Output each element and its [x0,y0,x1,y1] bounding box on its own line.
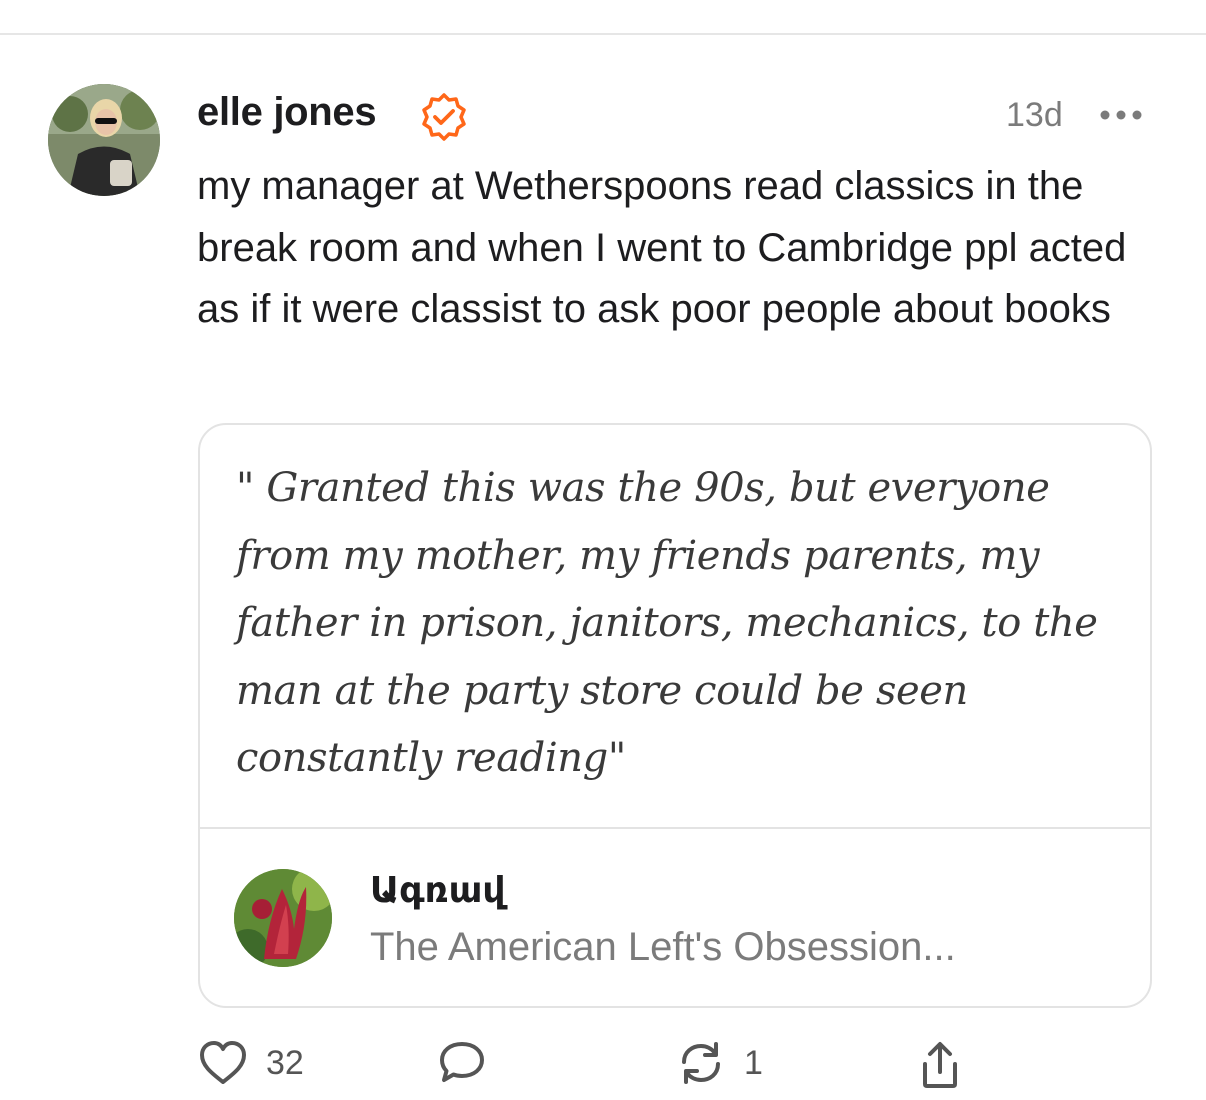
restack-count: 1 [744,1043,763,1082]
top-divider [0,33,1206,35]
author-name[interactable]: elle jones [197,90,377,135]
embed-quote: " Granted this was the 90s, but everyone… [236,465,1098,781]
like-count: 32 [266,1043,304,1082]
comment-icon [440,1042,484,1082]
share-icon [923,1042,957,1088]
author-avatar[interactable] [48,84,160,196]
article-title: The American Left's Obsession... [370,925,956,969]
like-button[interactable]: 32 [198,1040,304,1086]
share-button[interactable] [915,1040,965,1090]
embedded-post-card[interactable]: " Granted this was the 90s, but everyone… [198,423,1152,1008]
publication-name: Ագռավ [370,869,506,910]
post-timestamp: 13d [1006,96,1063,134]
card-divider [200,827,1150,829]
restack-icon [682,1042,720,1084]
post-text: my manager at Wetherspoons read classics… [197,164,1127,331]
publication-avatar [234,869,332,967]
verified-icon [422,93,466,141]
restack-button[interactable]: 1 [676,1040,763,1086]
comment-button[interactable] [438,1040,486,1086]
more-icon[interactable] [1098,108,1144,122]
heart-icon [200,1041,246,1084]
